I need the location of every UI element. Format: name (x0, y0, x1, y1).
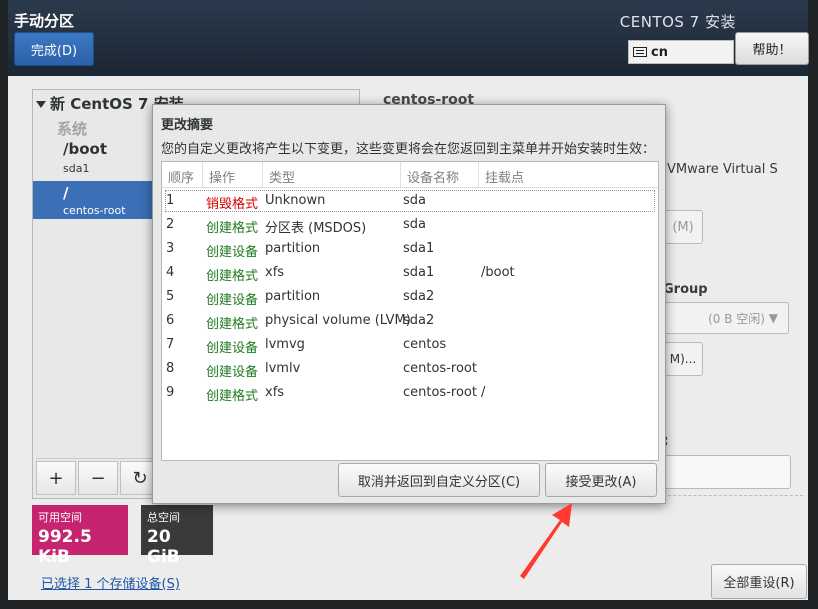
annotation-arrow (520, 503, 572, 579)
annotation-arrow-shape (520, 503, 572, 579)
window-frame: 手动分区 完成(D) CENTOS 7 安装 cn 帮助！ 新 CentOS 7… (0, 0, 818, 609)
